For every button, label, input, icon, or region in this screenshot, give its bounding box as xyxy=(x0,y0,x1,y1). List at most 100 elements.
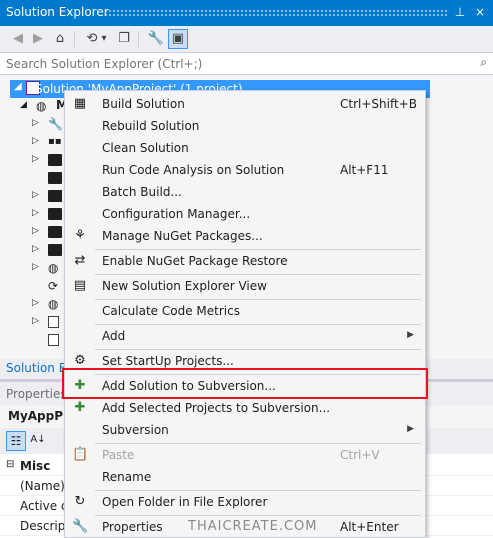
menu-item-rebuild-solution[interactable]: Rebuild Solution xyxy=(66,115,424,137)
menu-item-label: Set StartUp Projects... xyxy=(102,354,234,368)
toolbar-separator xyxy=(74,31,75,47)
window-title: Solution Explorer xyxy=(6,5,109,19)
menu-item-subversion[interactable]: Subversion ▶ xyxy=(66,419,424,441)
expand-arrow-icon[interactable]: ▷ xyxy=(32,190,39,200)
open-folder-icon: ↻ xyxy=(74,494,86,509)
folder-icon xyxy=(48,172,62,184)
subversion-add-icon: ✚ xyxy=(74,400,86,415)
menu-item-label: Run Code Analysis on Solution xyxy=(102,163,285,177)
menu-item-label: Manage NuGet Packages... xyxy=(102,229,263,243)
new-view-icon: ▤ xyxy=(73,278,87,293)
references-icon: ▪▪ xyxy=(48,136,62,147)
menu-item-shortcut: Alt+Enter xyxy=(340,520,399,534)
expand-arrow-icon[interactable]: ▷ xyxy=(32,226,39,236)
web-file-icon: ◍ xyxy=(48,261,59,275)
paste-icon: 📋 xyxy=(72,447,89,462)
menu-item-shortcut: Alt+F11 xyxy=(340,163,389,177)
menu-item-label: Clean Solution xyxy=(102,141,189,155)
expand-arrow-icon[interactable]: ▷ xyxy=(32,208,39,218)
menu-item-label: Open Folder in File Explorer xyxy=(102,495,268,509)
wrench-icon[interactable]: 🔧 xyxy=(146,29,166,49)
menu-item-label: Configuration Manager... xyxy=(102,207,251,221)
web-file-icon: ◍ xyxy=(48,297,59,311)
expand-arrow-icon[interactable]: ▷ xyxy=(32,316,39,326)
menu-item-calculate-code-metrics[interactable]: Calculate Code Metrics xyxy=(66,300,424,322)
search-input[interactable] xyxy=(0,53,470,74)
chevron-down-icon[interactable]: ▾ xyxy=(98,29,110,49)
search-box: ⌕ xyxy=(0,52,493,75)
menu-item-run-code-analysis[interactable]: Run Code Analysis on Solution Alt+F11 xyxy=(66,159,424,181)
toolbar: ◀ ▶ ⌂ ⟲ ▾ ❐ 🔧 ▣ xyxy=(0,26,493,52)
menu-item-new-solution-explorer-view[interactable]: ▤ New Solution Explorer View xyxy=(66,275,424,297)
menu-item-paste[interactable]: 📋 Paste Ctrl+V xyxy=(66,444,424,466)
property-key: (Name) xyxy=(20,479,65,493)
menu-item-manage-nuget[interactable]: ⚘ Manage NuGet Packages... xyxy=(66,225,424,247)
expand-arrow-icon[interactable]: ▷ xyxy=(32,118,39,128)
menu-item-label: Subversion xyxy=(102,423,169,437)
menu-item-label: Paste xyxy=(102,448,135,462)
menu-item-shortcut: Ctrl+Shift+B xyxy=(340,97,417,111)
menu-item-batch-build[interactable]: Batch Build... xyxy=(66,181,424,203)
submenu-arrow-icon: ▶ xyxy=(407,424,414,434)
home-icon[interactable]: ⌂ xyxy=(50,29,70,49)
package-restore-icon: ⇄ xyxy=(74,253,86,268)
menu-item-label: Add xyxy=(102,329,126,343)
menu-item-label: Enable NuGet Package Restore xyxy=(102,254,288,268)
tab-solution-explorer[interactable]: Solution E xyxy=(6,361,66,375)
categorized-icon[interactable]: ☷ xyxy=(6,431,26,451)
folder-icon xyxy=(48,190,62,202)
collapse-all-icon[interactable]: ❐ xyxy=(114,29,134,49)
title-grip xyxy=(104,9,447,16)
title-bar[interactable]: Solution Explorer ⊥ × xyxy=(0,0,493,26)
close-icon[interactable]: × xyxy=(472,4,488,20)
menu-item-enable-nuget-restore[interactable]: ⇄ Enable NuGet Package Restore xyxy=(66,250,424,272)
collapse-arrow-icon[interactable]: ◢ xyxy=(20,100,27,110)
properties-title: Properties xyxy=(6,387,67,401)
menu-item-label: Calculate Code Metrics xyxy=(102,304,240,318)
menu-item-label: Properties xyxy=(102,520,163,534)
expand-arrow-icon[interactable]: ▷ xyxy=(32,136,39,146)
folder-icon xyxy=(48,208,62,220)
menu-item-label: Rename xyxy=(102,470,152,484)
menu-item-open-folder-in-file-explorer[interactable]: ↻ Open Folder in File Explorer xyxy=(66,491,424,513)
context-menu: ▦ Build Solution Ctrl+Shift+B Rebuild So… xyxy=(64,90,426,538)
menu-item-build-solution[interactable]: ▦ Build Solution Ctrl+Shift+B xyxy=(66,93,424,115)
submenu-arrow-icon: ▶ xyxy=(407,330,414,340)
expand-arrow-icon[interactable]: ▷ xyxy=(32,244,39,254)
back-icon[interactable]: ◀ xyxy=(8,29,28,49)
web-project-icon: ◍ xyxy=(36,99,47,113)
search-icon[interactable]: ⌕ xyxy=(480,55,487,70)
property-key: Misc xyxy=(20,459,51,473)
folder-icon xyxy=(48,226,62,238)
build-icon: ▦ xyxy=(73,96,87,111)
expand-arrow-icon[interactable]: ▷ xyxy=(32,262,39,272)
wrench-icon: 🔧 xyxy=(48,117,63,131)
config-file-icon: ⟳ xyxy=(48,279,59,293)
menu-item-clean-solution[interactable]: Clean Solution xyxy=(66,137,424,159)
menu-item-label: Add Selected Projects to Subversion... xyxy=(102,401,331,415)
nuget-icon: ⚘ xyxy=(74,228,86,243)
property-key: Active c xyxy=(20,499,68,513)
expand-arrow-icon[interactable]: ▷ xyxy=(32,298,39,308)
gear-icon: ⚙ xyxy=(74,353,86,368)
forward-icon[interactable]: ▶ xyxy=(28,29,48,49)
wrench-icon: 🔧 xyxy=(72,519,89,534)
highlight-box xyxy=(62,368,428,399)
menu-item-label: Rebuild Solution xyxy=(102,119,200,133)
watermark: THAICREATE.COM xyxy=(188,519,318,534)
pin-icon[interactable]: ⊥ xyxy=(452,4,468,20)
menu-item-add[interactable]: Add ▶ xyxy=(66,325,424,347)
menu-item-add-selected-projects-to-subversion[interactable]: ✚ Add Selected Projects to Subversion... xyxy=(66,397,424,419)
file-icon xyxy=(48,316,59,328)
file-icon xyxy=(48,334,59,346)
folder-icon xyxy=(48,154,62,166)
expand-arrow-icon[interactable]: ▷ xyxy=(32,154,39,164)
menu-item-label: New Solution Explorer View xyxy=(102,279,267,293)
toolbar-separator xyxy=(138,31,139,47)
menu-item-configuration-manager[interactable]: Configuration Manager... xyxy=(66,203,424,225)
menu-item-rename[interactable]: Rename xyxy=(66,466,424,488)
collapse-arrow-icon[interactable]: ◢ xyxy=(14,81,22,92)
preview-icon[interactable]: ▣ xyxy=(168,29,188,49)
alphabetical-icon[interactable]: A↓ xyxy=(28,431,48,451)
collapse-icon[interactable]: ⊟ xyxy=(6,459,14,470)
